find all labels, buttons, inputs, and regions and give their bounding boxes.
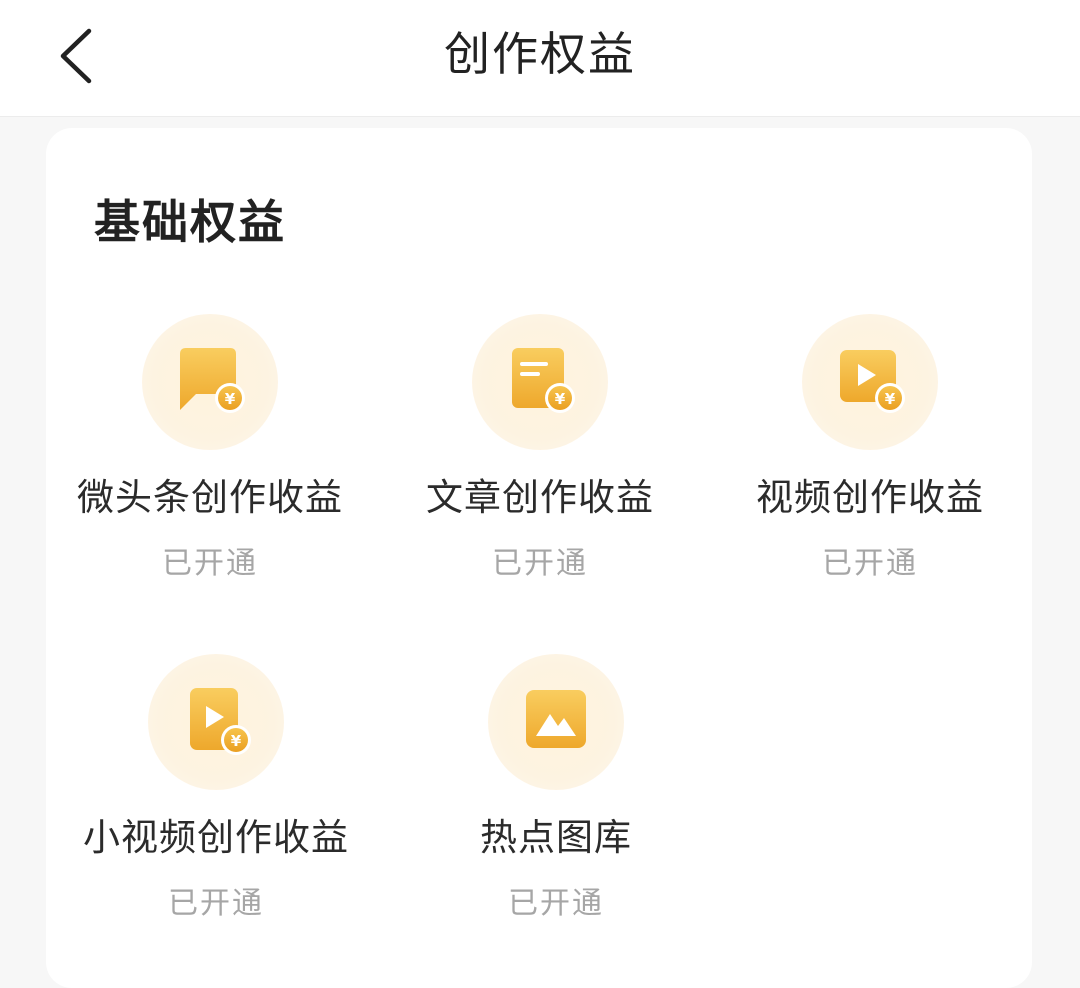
chat-bubble-yuan-icon: ¥ (180, 348, 245, 413)
benefit-item-video[interactable]: ¥ 视频创作收益 已开通 (710, 314, 1030, 614)
short-video-yuan-icon: ¥ (190, 688, 251, 755)
benefit-status: 已开通 (508, 886, 604, 921)
benefit-status: 已开通 (492, 546, 588, 581)
page-title: 创作权益 (444, 27, 636, 81)
video-yuan-icon: ¥ (840, 350, 905, 413)
benefit-label: 微头条创作收益 (77, 476, 343, 519)
svg-text:¥: ¥ (231, 732, 242, 750)
benefit-item-micro-post[interactable]: ¥ 微头条创作收益 已开通 (50, 314, 370, 614)
benefit-icon-circle: ¥ (802, 314, 938, 450)
image-gallery-icon (526, 690, 586, 748)
benefit-item-article[interactable]: ¥ 文章创作收益 已开通 (380, 314, 700, 614)
benefit-item-short-video[interactable]: ¥ 小视频创作收益 已开通 (56, 654, 376, 954)
benefit-status: 已开通 (162, 546, 258, 581)
benefit-icon-circle: ¥ (472, 314, 608, 450)
benefit-icon-circle: ¥ (148, 654, 284, 790)
top-nav-bar: 创作权益 (0, 0, 1080, 117)
section-title: 基础权益 (94, 195, 286, 249)
article-yuan-icon: ¥ (512, 348, 575, 413)
svg-text:¥: ¥ (555, 390, 566, 408)
benefit-icon-circle (488, 654, 624, 790)
svg-text:¥: ¥ (885, 390, 896, 408)
benefit-item-image-gallery[interactable]: 热点图库 已开通 (396, 654, 716, 954)
svg-text:¥: ¥ (225, 390, 236, 408)
benefit-status: 已开通 (822, 546, 918, 581)
benefit-status: 已开通 (168, 886, 264, 921)
benefit-label: 热点图库 (480, 816, 632, 859)
benefit-label: 小视频创作收益 (83, 816, 349, 859)
benefit-label: 视频创作收益 (756, 476, 984, 519)
benefit-label: 文章创作收益 (426, 476, 654, 519)
benefits-card: 基础权益 ¥ 微头条创作收益 已开通 ¥ 文章创作收益 已开通 ¥ 视频创作收益… (46, 128, 1032, 988)
benefit-icon-circle: ¥ (142, 314, 278, 450)
